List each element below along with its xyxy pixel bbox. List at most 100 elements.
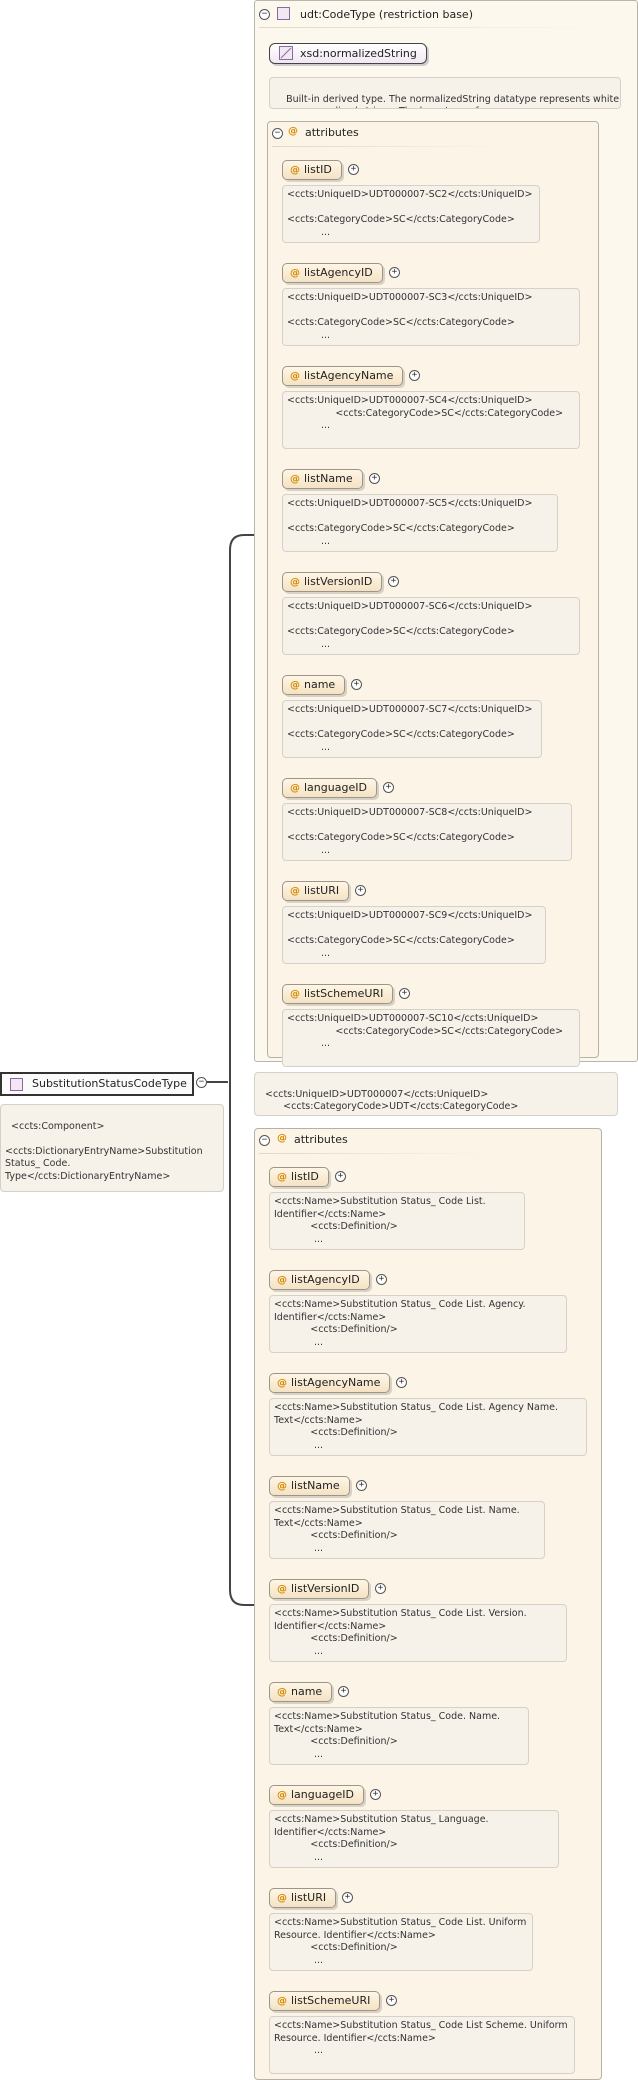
attribute-icon: @ bbox=[290, 268, 300, 279]
expand-attribute-button[interactable]: + bbox=[370, 1789, 381, 1800]
attribute-annotation-more: ... bbox=[321, 420, 331, 431]
attribute-languageID[interactable]: @ languageID bbox=[269, 1785, 364, 1805]
attribute-annotation: <ccts:UniqueID>UDT000007-SC8</ccts:Uniqu… bbox=[282, 803, 572, 861]
collapse-root-button[interactable]: − bbox=[196, 1077, 207, 1088]
attribute-listName[interactable]: @ listName bbox=[269, 1476, 350, 1496]
attribute-listURI[interactable]: @ listURI bbox=[282, 881, 350, 901]
attribute-annotation-text: <ccts:UniqueID>UDT000007-SC9</ccts:Uniqu… bbox=[287, 910, 533, 946]
attribute-annotation-more: ... bbox=[321, 329, 331, 341]
expand-attribute-button[interactable]: + bbox=[335, 1171, 346, 1182]
attribute-name: listVersionID bbox=[291, 1582, 360, 1595]
attribute-annotation-text: <ccts:Name>Substitution Status_ Code Lis… bbox=[274, 2020, 568, 2044]
attribute-languageID[interactable]: @ languageID bbox=[282, 778, 377, 798]
attribute-annotation: <ccts:Name>Substitution Status_ Code Lis… bbox=[269, 2016, 575, 2074]
attribute-annotation-text: <ccts:Name>Substitution Status_ Code Lis… bbox=[274, 1917, 527, 1953]
attribute-name: listSchemeURI bbox=[291, 1994, 371, 2007]
simple-type-icon bbox=[279, 46, 293, 60]
attribute-annotation: <ccts:UniqueID>UDT000007-SC2</ccts:Uniqu… bbox=[282, 185, 540, 243]
attribute-listAgencyName[interactable]: @ listAgencyName bbox=[282, 366, 404, 386]
expand-attribute-button[interactable]: + bbox=[386, 1995, 397, 2006]
attribute-annotation: <ccts:UniqueID>UDT000007-SC9</ccts:Uniqu… bbox=[282, 906, 546, 964]
expand-attribute-button[interactable]: + bbox=[338, 1686, 349, 1697]
attribute-listID[interactable]: @ listID bbox=[282, 160, 342, 180]
attribute-icon: @ bbox=[277, 1584, 287, 1595]
attribute-icon: @ bbox=[277, 1687, 287, 1698]
attribute-name: name bbox=[291, 1685, 323, 1698]
attribute-listAgencyName[interactable]: @ listAgencyName bbox=[269, 1373, 391, 1393]
attribute-name: listID bbox=[291, 1170, 319, 1183]
collapse-attributes-button[interactable]: − bbox=[259, 1135, 270, 1146]
complex-type-icon bbox=[10, 1078, 23, 1091]
attribute-annotation-text: <ccts:Name>Substitution Status_ Code. Na… bbox=[274, 1711, 501, 1747]
attribute-annotation-more: ... bbox=[314, 1645, 324, 1657]
attribute-icon: @ bbox=[277, 1275, 287, 1286]
attribute-name[interactable]: @ name bbox=[269, 1682, 333, 1702]
attribute-annotation: <ccts:Name>Substitution Status_ Code Lis… bbox=[269, 1913, 533, 1971]
attribute-icon: @ bbox=[277, 1133, 287, 1144]
attribute-icon: @ bbox=[277, 1996, 287, 2007]
expand-attribute-button[interactable]: + bbox=[351, 679, 362, 690]
expand-attribute-button[interactable]: + bbox=[399, 988, 410, 999]
collapse-base-type-button[interactable]: − bbox=[259, 9, 270, 20]
expand-attribute-button[interactable]: + bbox=[375, 1583, 386, 1594]
attribute-annotation-more: ... bbox=[321, 844, 331, 856]
attribute-annotation-text: <ccts:UniqueID>UDT000007-SC6</ccts:Uniqu… bbox=[287, 601, 533, 637]
attribute-name: name bbox=[304, 678, 336, 691]
xsd-type-box[interactable]: xsd:normalizedString bbox=[269, 43, 427, 64]
expand-attribute-button[interactable]: + bbox=[355, 885, 366, 896]
expand-attribute-button[interactable]: + bbox=[388, 576, 399, 587]
expand-attribute-button[interactable]: + bbox=[409, 370, 420, 381]
attribute-icon: @ bbox=[277, 1790, 287, 1801]
attribute-name: listAgencyName bbox=[291, 1376, 381, 1389]
base-type-title: udt:CodeType (restriction base) bbox=[300, 8, 473, 21]
attribute-listSchemeURI[interactable]: @ listSchemeURI bbox=[282, 984, 394, 1004]
attribute-annotation-text: <ccts:Name>Substitution Status_ Code Lis… bbox=[274, 1402, 558, 1438]
attribute-icon: @ bbox=[290, 783, 300, 794]
attribute-annotation: <ccts:UniqueID>UDT000007-SC7</ccts:Uniqu… bbox=[282, 700, 542, 758]
attribute-listName[interactable]: @ listName bbox=[282, 469, 363, 489]
expand-attribute-button[interactable]: + bbox=[342, 1892, 353, 1903]
attribute-annotation-text: <ccts:Name>Substitution Status_ Code Lis… bbox=[274, 1299, 526, 1335]
expand-attribute-button[interactable]: + bbox=[348, 164, 359, 175]
attribute-annotation-more: ... bbox=[321, 947, 331, 959]
type-annotation-text: <ccts:UniqueID>UDT000007</ccts:UniqueID>… bbox=[265, 1088, 519, 1113]
attribute-icon: @ bbox=[290, 886, 300, 897]
root-element[interactable]: SubstitutionStatusCodeType bbox=[0, 1072, 194, 1096]
attribute-listID[interactable]: @ listID bbox=[269, 1167, 329, 1187]
attribute-name[interactable]: @ name bbox=[282, 675, 346, 695]
expand-attribute-button[interactable]: + bbox=[376, 1274, 387, 1285]
attribute-name: listAgencyID bbox=[304, 266, 373, 279]
attribute-listURI[interactable]: @ listURI bbox=[269, 1888, 337, 1908]
attribute-annotation-text: <ccts:UniqueID>UDT000007-SC7</ccts:Uniqu… bbox=[287, 704, 533, 740]
expand-attribute-button[interactable]: + bbox=[383, 782, 394, 793]
attribute-name: listAgencyName bbox=[304, 369, 394, 382]
root-annotation: <ccts:Component> <ccts:DictionaryEntryNa… bbox=[0, 1104, 224, 1192]
divider bbox=[272, 146, 502, 147]
complex-type-icon bbox=[277, 7, 290, 20]
attribute-listVersionID[interactable]: @ listVersionID bbox=[269, 1579, 370, 1599]
attribute-annotation: <ccts:UniqueID>UDT000007-SC10</ccts:Uniq… bbox=[282, 1009, 580, 1067]
attribute-name: listName bbox=[291, 1479, 340, 1492]
attribute-name: listURI bbox=[291, 1891, 327, 1904]
expand-attribute-button[interactable]: + bbox=[356, 1480, 367, 1491]
attribute-annotation: <ccts:UniqueID>UDT000007-SC5</ccts:Uniqu… bbox=[282, 494, 558, 552]
attribute-annotation-text: <ccts:UniqueID>UDT000007-SC10</ccts:Uniq… bbox=[287, 1013, 564, 1037]
expand-attribute-button[interactable]: + bbox=[369, 473, 380, 484]
attribute-listAgencyID[interactable]: @ listAgencyID bbox=[269, 1270, 370, 1290]
attribute-listAgencyID[interactable]: @ listAgencyID bbox=[282, 263, 383, 283]
collapse-base-attributes-button[interactable]: − bbox=[272, 128, 283, 139]
attribute-annotation: <ccts:UniqueID>UDT000007-SC6</ccts:Uniqu… bbox=[282, 597, 580, 655]
attribute-icon: @ bbox=[290, 371, 300, 382]
attribute-icon: @ bbox=[288, 126, 298, 137]
expand-attribute-button[interactable]: + bbox=[396, 1377, 407, 1388]
attribute-name: listName bbox=[304, 472, 353, 485]
type-annotation: <ccts:UniqueID>UDT000007</ccts:UniqueID>… bbox=[254, 1072, 618, 1116]
attribute-name: listAgencyID bbox=[291, 1273, 360, 1286]
attribute-listSchemeURI[interactable]: @ listSchemeURI bbox=[269, 1991, 381, 2011]
attribute-annotation-more: ... bbox=[321, 638, 331, 650]
attribute-name: listSchemeURI bbox=[304, 987, 384, 1000]
attribute-annotation: <ccts:Name>Substitution Status_ Code Lis… bbox=[269, 1192, 525, 1250]
attribute-listVersionID[interactable]: @ listVersionID bbox=[282, 572, 383, 592]
expand-attribute-button[interactable]: + bbox=[389, 267, 400, 278]
root-annotation-text: <ccts:Component> <ccts:DictionaryEntryNa… bbox=[5, 1120, 203, 1182]
